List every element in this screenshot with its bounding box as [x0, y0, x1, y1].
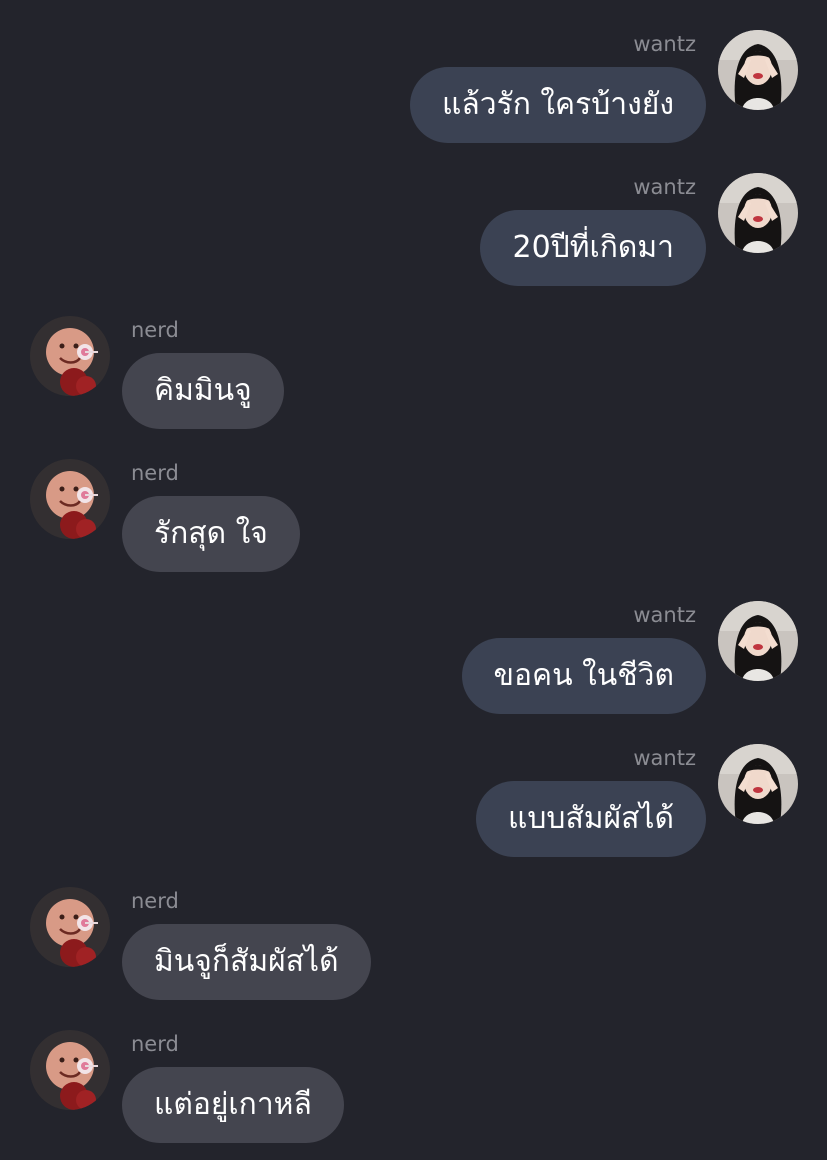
sender-name: nerd	[131, 1032, 179, 1056]
message-bubble[interactable]: แล้วรัก ใครบ้างยัง	[410, 67, 706, 143]
sender-name: wantz	[633, 175, 696, 199]
message-bubble[interactable]: มินจูก็สัมผัสได้	[122, 924, 371, 1000]
avatar[interactable]	[30, 1030, 110, 1110]
sender-name: nerd	[131, 889, 179, 913]
avatar[interactable]	[718, 173, 798, 253]
sender-name: wantz	[633, 603, 696, 627]
message-bubble[interactable]: คิมมินจู	[122, 353, 284, 429]
message-bubble[interactable]: ขอคน ในชีวิต	[461, 638, 706, 714]
sender-name: wantz	[633, 746, 696, 770]
chat-conversation: wantz แล้วรัก ใครบ้างยัง wantz 20ปีที่เก…	[0, 0, 827, 1160]
message-row-incoming: nerd แต่อยู่เกาหลี	[0, 1030, 827, 1160]
message-row-outgoing: wantz แบบสัมผัสได้	[0, 744, 827, 874]
message-row-incoming: nerd มินจูก็สัมผัสได้	[0, 887, 827, 1017]
message-row-incoming: nerd รักสุด ใจ	[0, 459, 827, 589]
message-row-outgoing: wantz 20ปีที่เกิดมา	[0, 173, 827, 303]
message-bubble[interactable]: รักสุด ใจ	[122, 496, 300, 572]
message-row-outgoing: wantz ขอคน ในชีวิต	[0, 601, 827, 731]
message-bubble[interactable]: แต่อยู่เกาหลี	[122, 1067, 344, 1143]
message-bubble[interactable]: 20ปีที่เกิดมา	[480, 210, 706, 286]
message-bubble[interactable]: แบบสัมผัสได้	[476, 781, 706, 857]
avatar[interactable]	[718, 601, 798, 681]
message-row-incoming: nerd คิมมินจู	[0, 316, 827, 446]
sender-name: nerd	[131, 318, 179, 342]
message-row-outgoing: wantz แล้วรัก ใครบ้างยัง	[0, 30, 827, 160]
sender-name: wantz	[633, 32, 696, 56]
avatar[interactable]	[30, 316, 110, 396]
sender-name: nerd	[131, 461, 179, 485]
avatar[interactable]	[718, 744, 798, 824]
avatar[interactable]	[30, 459, 110, 539]
avatar[interactable]	[30, 887, 110, 967]
avatar[interactable]	[718, 30, 798, 110]
